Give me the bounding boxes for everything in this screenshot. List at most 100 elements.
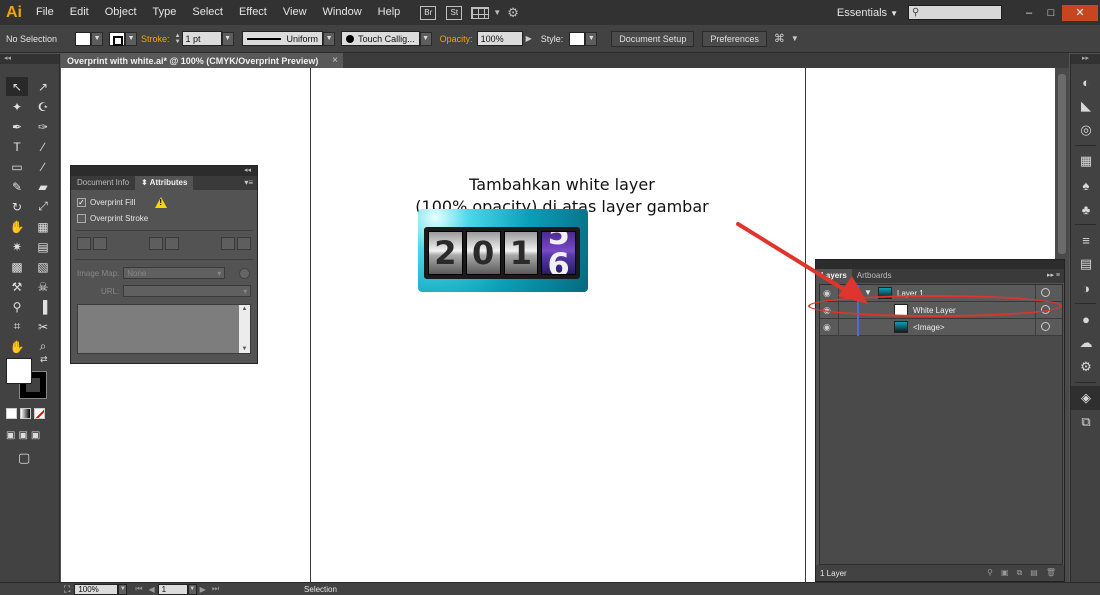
menu-type[interactable]: Type <box>145 0 185 25</box>
browser-icon[interactable] <box>239 267 251 279</box>
visibility-eye-icon[interactable]: ◉ <box>823 288 835 298</box>
scale-tool-icon[interactable]: ⤢ <box>32 197 54 216</box>
slice-tool-icon[interactable]: ✂ <box>32 317 54 336</box>
next-artboard-icon[interactable]: ▶ <box>200 585 206 594</box>
stroke-swatch[interactable] <box>109 31 126 46</box>
width-tool-icon[interactable]: ✋ <box>6 217 28 236</box>
artboards-panel-icon[interactable]: ⧉ <box>1071 410 1100 434</box>
symbol-sprayer-tool-icon[interactable]: ⚲ <box>6 297 28 316</box>
fill-color-square[interactable] <box>6 358 32 384</box>
close-window-button[interactable]: ✕ <box>1062 4 1098 21</box>
last-artboard-icon[interactable]: ⏭ <box>212 584 219 594</box>
minimize-button[interactable]: – <box>1018 5 1040 21</box>
center-hide-icon[interactable] <box>93 237 107 250</box>
stroke-dropdown[interactable]: ▼ <box>125 31 138 46</box>
document-tab[interactable]: Overprint with white.ai* @ 100% (CMYK/Ov… <box>61 53 343 68</box>
curvature-tool-icon[interactable]: ✑ <box>32 117 54 136</box>
column-graph-tool-icon[interactable]: ▐ <box>32 297 54 316</box>
opacity-arrow-icon[interactable]: ▶ <box>526 34 532 43</box>
magic-wand-tool-icon[interactable]: ✦ <box>6 97 28 116</box>
search-input[interactable]: ⚲ <box>908 5 1002 20</box>
transparency-icon[interactable]: ◑ <box>1071 276 1100 300</box>
gradient-mode-icon[interactable] <box>20 408 31 419</box>
color-guide-icon[interactable]: ◣ <box>1071 94 1100 118</box>
restore-button[interactable]: □ <box>1040 5 1062 21</box>
hand-tool-icon[interactable]: ✋ <box>6 337 28 356</box>
current-tool-status[interactable]: Selection <box>304 585 337 594</box>
artboard-dropdown[interactable]: ▼ <box>187 583 197 595</box>
delete-layer-icon[interactable]: 🗑 <box>1046 568 1056 578</box>
perspective-grid-tool-icon[interactable]: ▤ <box>32 237 54 256</box>
clipping-mask-icon[interactable]: ▣ <box>1001 568 1009 578</box>
arrange-dropdown-icon[interactable]: ▼ <box>493 8 501 17</box>
tab-attributes[interactable]: ⬍ Attributes <box>135 176 194 190</box>
zoom-dropdown[interactable]: ▼ <box>118 583 128 595</box>
overprint-fill-checkbox[interactable]: ✓ <box>77 197 86 207</box>
appearance-icon[interactable]: ● <box>1071 307 1100 331</box>
mesh-tool-icon[interactable]: ▩ <box>6 257 28 276</box>
swatches-icon[interactable]: ▦ <box>1071 149 1100 173</box>
image-map-select[interactable]: None ▾ <box>123 267 226 279</box>
new-sublayer-icon[interactable]: ⧉ <box>1017 568 1023 578</box>
gradient-tool-icon[interactable]: ▧ <box>32 257 54 276</box>
arrange-documents-icon[interactable] <box>471 6 490 19</box>
pencil-tool-icon[interactable]: ✎ <box>6 177 28 196</box>
opacity-field[interactable]: 100% <box>476 31 523 46</box>
type-tool-icon[interactable]: T <box>6 137 28 156</box>
tab-document-info[interactable]: Document Info <box>71 176 135 190</box>
align-options-icon[interactable]: ⌘ <box>774 32 785 45</box>
evenodd-rule-icon[interactable] <box>237 237 251 250</box>
close-tab-icon[interactable]: × <box>332 55 338 66</box>
direct-selection-tool-icon[interactable]: ↗ <box>32 77 54 96</box>
cc-libraries-icon[interactable]: ☁ <box>1071 331 1100 355</box>
graphic-style-dropdown[interactable]: ▼ <box>585 31 598 46</box>
color-mode-icon[interactable] <box>6 408 17 419</box>
url-select[interactable]: ▾ <box>123 285 252 297</box>
menu-window[interactable]: Window <box>315 0 370 25</box>
scrollbar-thumb[interactable] <box>1058 74 1066 254</box>
stroke-weight-field[interactable]: 1 pt <box>181 31 222 46</box>
new-layer-icon[interactable]: ▤ <box>1030 568 1038 578</box>
workspace-switcher[interactable]: Essentials ▼ <box>837 7 898 19</box>
artboard-number-field[interactable]: 1 <box>157 583 188 595</box>
pen-tool-icon[interactable]: ✒ <box>6 117 28 136</box>
lock-column[interactable] <box>838 319 839 336</box>
layer-name[interactable]: <Image> <box>913 323 945 332</box>
eyedropper-tool-icon[interactable]: ⚒ <box>6 277 28 296</box>
target-circle-icon[interactable] <box>1041 288 1050 297</box>
reverse-path-icon[interactable] <box>149 237 163 250</box>
stroke-weight-dropdown[interactable]: ▼ <box>221 31 234 46</box>
brushes-icon[interactable]: ♠ <box>1071 173 1100 197</box>
profile-dropdown[interactable]: ▼ <box>323 31 336 46</box>
blend-tool-icon[interactable]: ☠ <box>32 277 54 296</box>
rotate-view-icon[interactable]: ⛶ <box>64 584 70 595</box>
dock-expand-icon[interactable]: ▸▸ <box>1071 54 1100 64</box>
lasso-tool-icon[interactable]: ☪ <box>32 97 54 116</box>
stroke-label[interactable]: Stroke: <box>141 34 170 44</box>
bridge-icon[interactable]: Br <box>420 5 437 20</box>
gpu-performance-icon[interactable]: ⚙ <box>507 5 519 21</box>
gradient-panel-icon[interactable]: ▤ <box>1071 252 1100 276</box>
rectangle-tool-icon[interactable]: ▭ <box>6 157 28 176</box>
control-menu-icon[interactable]: ▼ <box>791 34 799 43</box>
opacity-label[interactable]: Opacity: <box>440 34 473 44</box>
panel-menu-icon[interactable]: ▸▸ ≡ <box>1047 269 1064 283</box>
tab-layers[interactable]: Layers <box>816 269 852 283</box>
menu-object[interactable]: Object <box>97 0 145 25</box>
placed-image-2016[interactable]: 2 0 1 5 6 <box>418 209 588 292</box>
target-circle-icon[interactable] <box>1041 322 1050 331</box>
document-setup-button[interactable]: Document Setup <box>611 30 695 47</box>
color-themes-icon[interactable]: ◎ <box>1071 118 1100 142</box>
zoom-field[interactable]: 100% <box>74 583 119 595</box>
center-show-icon[interactable] <box>77 237 91 250</box>
overprint-stroke-row[interactable]: Overprint Stroke <box>71 210 257 226</box>
rotate-tool-icon[interactable]: ↻ <box>6 197 28 216</box>
selection-tool-icon[interactable]: ↖ <box>6 77 28 96</box>
brush-dropdown[interactable]: ▼ <box>419 31 432 46</box>
tab-artboards[interactable]: Artboards <box>852 269 897 283</box>
nonzero-rule-icon[interactable] <box>221 237 235 250</box>
stock-icon[interactable]: St <box>446 5 463 20</box>
fill-dropdown[interactable]: ▼ <box>91 31 104 46</box>
draw-normal-icon[interactable]: ▣ <box>6 430 15 441</box>
menu-view[interactable]: View <box>275 0 315 25</box>
